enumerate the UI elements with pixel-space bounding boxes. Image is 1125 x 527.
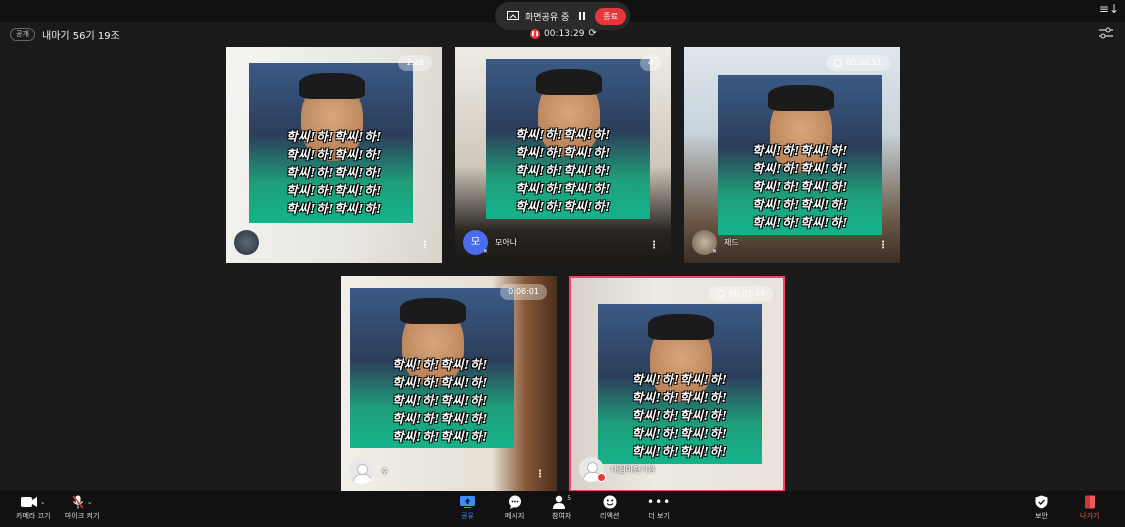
clock-icon bbox=[717, 290, 726, 298]
overlay-text: 학씨!하!학씨!하! bbox=[631, 408, 728, 423]
more-options-icon[interactable]: ⋮ bbox=[420, 240, 430, 251]
recording-time: 00:13:29 bbox=[544, 28, 585, 39]
tile-timer: 4 bbox=[639, 55, 661, 71]
mic-muted-icon: ✕ bbox=[712, 248, 718, 255]
mic-on-label: 마이크 켜기 bbox=[65, 512, 100, 520]
refresh-icon[interactable]: ⟳ bbox=[588, 28, 596, 39]
overlay-text: 학씨!하!학씨!하! bbox=[752, 179, 848, 194]
security-button[interactable]: 보안 bbox=[1035, 495, 1048, 521]
tile-timer: 1:29 bbox=[398, 55, 432, 71]
video-tile[interactable]: 학씨!하!학씨!하! 학씨!하!학씨!하! 학씨!하!학씨!하! 학씨!하!학씨… bbox=[341, 276, 557, 492]
overlay-text: 학씨!하!학씨!하! bbox=[286, 183, 382, 198]
avatar bbox=[234, 230, 259, 255]
chat-bubble-icon bbox=[508, 495, 521, 509]
share-label: 공유 bbox=[461, 512, 474, 520]
tile-timer: 00:08:51 bbox=[826, 55, 890, 71]
participants-count: 5 bbox=[567, 495, 572, 502]
share-screen-icon bbox=[460, 496, 475, 508]
person-icon bbox=[553, 495, 566, 509]
participant-name: 모아나 bbox=[495, 238, 518, 247]
overlay-text: 학씨!하!학씨!하! bbox=[392, 375, 488, 390]
overlay-text: 학씨!하!학씨!하! bbox=[286, 147, 382, 162]
overlay-text: 학씨!하!학씨!하! bbox=[752, 161, 848, 176]
overlay-text: 학씨!하!학씨!하! bbox=[515, 181, 611, 196]
overlay-text: 학씨!하!학씨!하! bbox=[392, 393, 488, 408]
sort-icon[interactable]: ≡↓ bbox=[1099, 2, 1119, 16]
more-options-icon[interactable]: ⋮ bbox=[649, 240, 659, 251]
view-settings-icon[interactable] bbox=[1099, 27, 1113, 39]
record-icon: ❚❚ bbox=[530, 28, 540, 39]
reaction-button[interactable]: 리액션 bbox=[600, 495, 619, 521]
more-options-icon[interactable]: ⋮ bbox=[878, 240, 888, 251]
overlay-text: 학씨!하!학씨!하! bbox=[515, 163, 611, 178]
more-horizontal-icon: ••• bbox=[647, 495, 672, 509]
overlay-text: 학씨!하!학씨!하! bbox=[286, 201, 382, 216]
share-button[interactable]: 공유 bbox=[460, 495, 475, 521]
clock-icon bbox=[834, 59, 843, 67]
mic-on-button[interactable]: ⌄ 마이크 켜기 bbox=[65, 495, 99, 521]
chevron-down-icon[interactable]: ⌄ bbox=[40, 498, 46, 506]
overlay-text: 학씨!하!학씨!하! bbox=[752, 143, 848, 158]
overlay-text: 학씨!하!학씨!하! bbox=[631, 444, 728, 459]
overlay-text: 학씨!하!학씨!하! bbox=[752, 215, 848, 230]
camera-off-button[interactable]: ⌄ 카메라 끄기 bbox=[16, 495, 50, 521]
overlay-text: 학씨!하!학씨!하! bbox=[286, 129, 382, 144]
overlay-text: 학씨!하!학씨!하! bbox=[392, 429, 488, 444]
camera-off-label: 카메라 끄기 bbox=[16, 512, 51, 520]
screen-share-label: 화면공유 중 bbox=[525, 12, 570, 23]
participants-button[interactable]: 5 참여자 bbox=[552, 495, 571, 521]
mic-muted-icon: ✕ bbox=[369, 477, 375, 484]
bottom-toolbar: ⌄ 카메라 끄기 ⌄ 마이크 켜기 공유 메시지 5 참여자 리액션 ••• 더… bbox=[0, 491, 1125, 527]
more-button[interactable]: ••• 더 보기 bbox=[647, 495, 671, 521]
overlay-text: 학씨!하!학씨!하! bbox=[752, 197, 848, 212]
smiley-icon bbox=[603, 495, 617, 509]
leave-button[interactable]: 나가기 bbox=[1080, 495, 1099, 521]
more-label: 더 보기 bbox=[648, 512, 670, 520]
more-options-icon[interactable]: ⋮ bbox=[535, 469, 545, 480]
stop-share-button[interactable]: 종료 bbox=[595, 7, 626, 25]
tile-timer: 00:07:49 bbox=[709, 286, 773, 302]
overlay-text: 학씨!하!학씨!하! bbox=[392, 411, 488, 426]
overlay-text: 학씨!하!학씨!하! bbox=[515, 145, 611, 160]
overlay-text: 학씨!하!학씨!하! bbox=[515, 199, 611, 214]
message-label: 메시지 bbox=[505, 512, 525, 520]
overlay-text: 학씨!하!학씨!하! bbox=[631, 372, 728, 387]
security-label: 보안 bbox=[1035, 512, 1048, 520]
video-tile[interactable]: 학씨!하!학씨!하! 학씨!하!학씨!하! 학씨!하!학씨!하! 학씨!하!학씨… bbox=[226, 47, 442, 263]
public-badge: 공개 bbox=[10, 28, 35, 41]
overlay-text: 학씨!하!학씨!하! bbox=[631, 390, 728, 405]
camera-icon bbox=[20, 497, 37, 507]
tile-timer: 0:06:01 bbox=[500, 284, 547, 300]
overlay-text: 학씨!하!학씨!하! bbox=[286, 165, 382, 180]
video-tile-active[interactable]: 학씨!하!학씨!하! 학씨!하!학씨!하! 학씨!하!학씨!하! 학씨!하!학씨… bbox=[569, 276, 785, 492]
screen-share-icon bbox=[507, 11, 519, 20]
recording-badge-icon bbox=[597, 473, 606, 482]
mic-muted-icon bbox=[72, 495, 84, 509]
screen-share-pill: 화면공유 중 종료 bbox=[495, 2, 630, 30]
overlay-text: 학씨!하!학씨!하! bbox=[515, 127, 611, 142]
message-button[interactable]: 메시지 bbox=[505, 495, 524, 521]
overlay-text: 학씨!하!학씨!하! bbox=[631, 426, 728, 441]
video-tile[interactable]: 학씨!하!학씨!하! 학씨!하!학씨!하! 학씨!하!학씨!하! 학씨!하!학씨… bbox=[455, 47, 671, 263]
mic-muted-icon: ✕ bbox=[483, 248, 489, 255]
overlay-text: 학씨!하!학씨!하! bbox=[392, 357, 488, 372]
video-tile[interactable]: 학씨!하!학씨!하! 학씨!하!학씨!하! 학씨!하!학씨!하! 학씨!하!학씨… bbox=[684, 47, 900, 263]
recording-indicator: ❚❚ 00:13:29 ⟳ bbox=[530, 28, 597, 39]
participant-name: 제드 bbox=[724, 238, 739, 247]
reaction-label: 리액션 bbox=[600, 512, 620, 520]
participants-label: 참여자 bbox=[552, 512, 572, 520]
pause-icon[interactable] bbox=[579, 12, 586, 20]
participant-name: 내집마련기원 bbox=[611, 465, 656, 474]
exit-door-icon bbox=[1084, 495, 1095, 509]
meeting-title: 내마기 56기 19조 bbox=[42, 31, 120, 42]
participant-name: 수 bbox=[381, 467, 389, 476]
chevron-down-icon[interactable]: ⌄ bbox=[87, 498, 93, 506]
leave-label: 나가기 bbox=[1080, 512, 1100, 520]
shield-icon bbox=[1035, 495, 1048, 509]
